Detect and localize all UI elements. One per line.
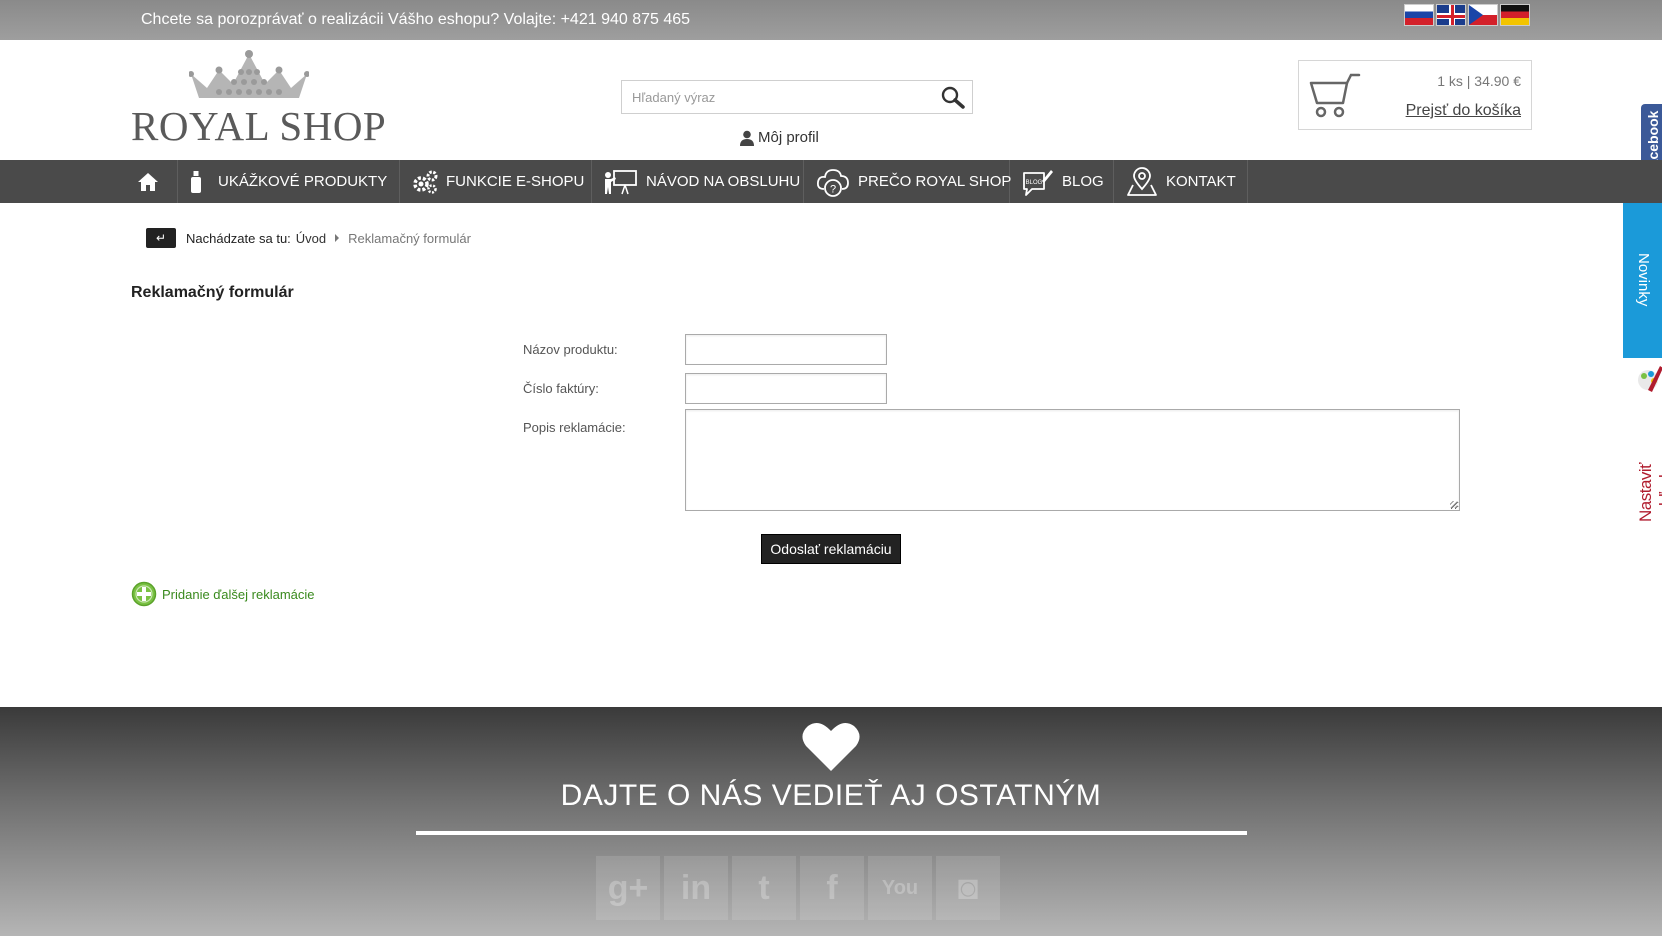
- footer-share-section: DAJTE O NÁS VEDIEŤ AJ OSTATNÝM g+ in t f…: [0, 707, 1662, 936]
- nav-label: KONTAKT: [1166, 173, 1236, 190]
- description-field[interactable]: [685, 409, 1460, 511]
- de-flag-icon[interactable]: [1500, 4, 1530, 26]
- question-cloud-icon: ?: [816, 168, 849, 197]
- invoice-number-input[interactable]: [686, 374, 886, 403]
- search-input[interactable]: [622, 81, 932, 113]
- nav-label: UKÁŽKOVÉ PRODUKTY: [218, 173, 388, 190]
- search-button[interactable]: [940, 86, 966, 110]
- cart-summary: 1 ks | 34.90 €: [1437, 73, 1521, 89]
- product-name-input[interactable]: [686, 335, 886, 364]
- user-icon: [740, 130, 754, 146]
- page-title: Reklamačný formulár: [131, 284, 294, 301]
- facebook-icon[interactable]: f: [800, 856, 864, 920]
- crown-icon: [189, 50, 309, 98]
- product-name-label: Názov produktu:: [523, 342, 618, 357]
- my-profile-link[interactable]: Môj profil: [740, 129, 819, 146]
- contact-message: Chcete sa porozprávať o realizácii Vášho…: [141, 11, 691, 28]
- nav-home[interactable]: [125, 160, 178, 203]
- my-profile-label: Môj profil: [758, 129, 819, 146]
- resize-handle-icon[interactable]: [1450, 501, 1457, 508]
- cz-flag-icon[interactable]: [1468, 4, 1498, 26]
- cart-icon: [1309, 73, 1361, 118]
- logo-text: ROYAL SHOP: [131, 103, 387, 149]
- product-name-field[interactable]: [685, 334, 887, 365]
- main-nav: UKÁŽKOVÉ PRODUKTY FUNKCIE E-SHOPU NÁVOD …: [0, 160, 1662, 203]
- plus-circle-icon: [131, 581, 157, 607]
- twitter-icon[interactable]: t: [732, 856, 796, 920]
- add-another-complaint-label: Pridanie ďalšej reklamácie: [162, 586, 315, 602]
- breadcrumb-label: Nachádzate sa tu:: [186, 230, 291, 246]
- breadcrumb-separator-icon: [335, 234, 340, 242]
- en-flag-icon[interactable]: [1436, 4, 1466, 26]
- presentation-icon: [605, 169, 637, 194]
- google-plus-icon[interactable]: g+: [596, 856, 660, 920]
- sk-flag-icon[interactable]: [1404, 4, 1434, 26]
- search-icon: [941, 86, 965, 109]
- breadcrumb-home-link[interactable]: Úvod: [296, 231, 326, 246]
- breadcrumb-current: Reklamačný formulár: [348, 230, 471, 246]
- language-switcher: [1404, 4, 1530, 26]
- search-box: [621, 80, 973, 114]
- back-button[interactable]: ↵: [146, 228, 176, 248]
- nav-item-manual[interactable]: NÁVOD NA OBSLUHU: [592, 160, 804, 203]
- submit-complaint-button[interactable]: Odoslať reklamáciu: [761, 534, 901, 564]
- news-side-tab[interactable]: Novinky: [1623, 203, 1662, 358]
- nav-item-why-royal-shop[interactable]: ? PREČO ROYAL SHOP: [804, 160, 1012, 203]
- nav-item-contact[interactable]: KONTAKT: [1114, 160, 1248, 203]
- instagram-icon[interactable]: ◙: [936, 856, 1000, 920]
- invoice-number-field[interactable]: [685, 373, 887, 404]
- footer-divider: [416, 831, 1247, 835]
- linkedin-icon[interactable]: in: [664, 856, 728, 920]
- nav-item-eshop-features[interactable]: FUNKCIE E-SHOPU: [400, 160, 592, 203]
- nav-item-sample-products[interactable]: UKÁŽKOVÉ PRODUKTY: [178, 160, 400, 203]
- gears-icon: [413, 170, 438, 194]
- nav-label: PREČO ROYAL SHOP: [858, 173, 1012, 190]
- social-links: g+ in t f You ◙: [596, 856, 1000, 920]
- go-to-cart-link[interactable]: Prejsť do košíka: [1406, 102, 1521, 120]
- description-textarea[interactable]: [686, 410, 1459, 510]
- return-arrow-icon: ↵: [155, 231, 167, 245]
- nav-label: FUNKCIE E-SHOPU: [446, 173, 585, 190]
- home-icon: [138, 172, 158, 191]
- heart-icon: [802, 722, 860, 771]
- map-pin-icon: [1127, 166, 1157, 196]
- cart-widget[interactable]: 1 ks | 34.90 € Prejsť do košíka: [1298, 60, 1532, 130]
- footer-title: DAJTE O NÁS VEDIEŤ AJ OSTATNÝM: [560, 779, 1102, 812]
- top-bar: Chcete sa porozprávať o realizácii Vášho…: [0, 0, 1662, 40]
- blog-icon: BLOG: [1023, 169, 1053, 196]
- nav-label: BLOG: [1062, 173, 1104, 190]
- svg-text:?: ?: [830, 183, 836, 195]
- nav-label: NÁVOD NA OBSLUHU: [646, 173, 801, 190]
- news-tab-label: Novinky: [1635, 253, 1652, 307]
- add-another-complaint-link[interactable]: Pridanie ďalšej reklamácie: [131, 581, 315, 607]
- nav-item-blog[interactable]: BLOG BLOG: [1010, 160, 1114, 203]
- paint-icon: [1638, 366, 1662, 392]
- customize-look-side-tab[interactable]: Nastaviť vzhľad: [1630, 362, 1662, 522]
- breadcrumb: ↵ Nachádzate sa tu: Úvod Reklamačný form…: [146, 228, 471, 248]
- logo[interactable]: ROYAL SHOP: [131, 48, 386, 149]
- youtube-icon[interactable]: You: [868, 856, 932, 920]
- customize-look-label: Nastaviť vzhľad: [1636, 462, 1662, 522]
- description-label: Popis reklamácie:: [523, 420, 626, 435]
- invoice-number-label: Číslo faktúry:: [523, 381, 599, 396]
- svg-text:BLOG: BLOG: [1026, 180, 1043, 186]
- bottle-icon: [191, 170, 201, 193]
